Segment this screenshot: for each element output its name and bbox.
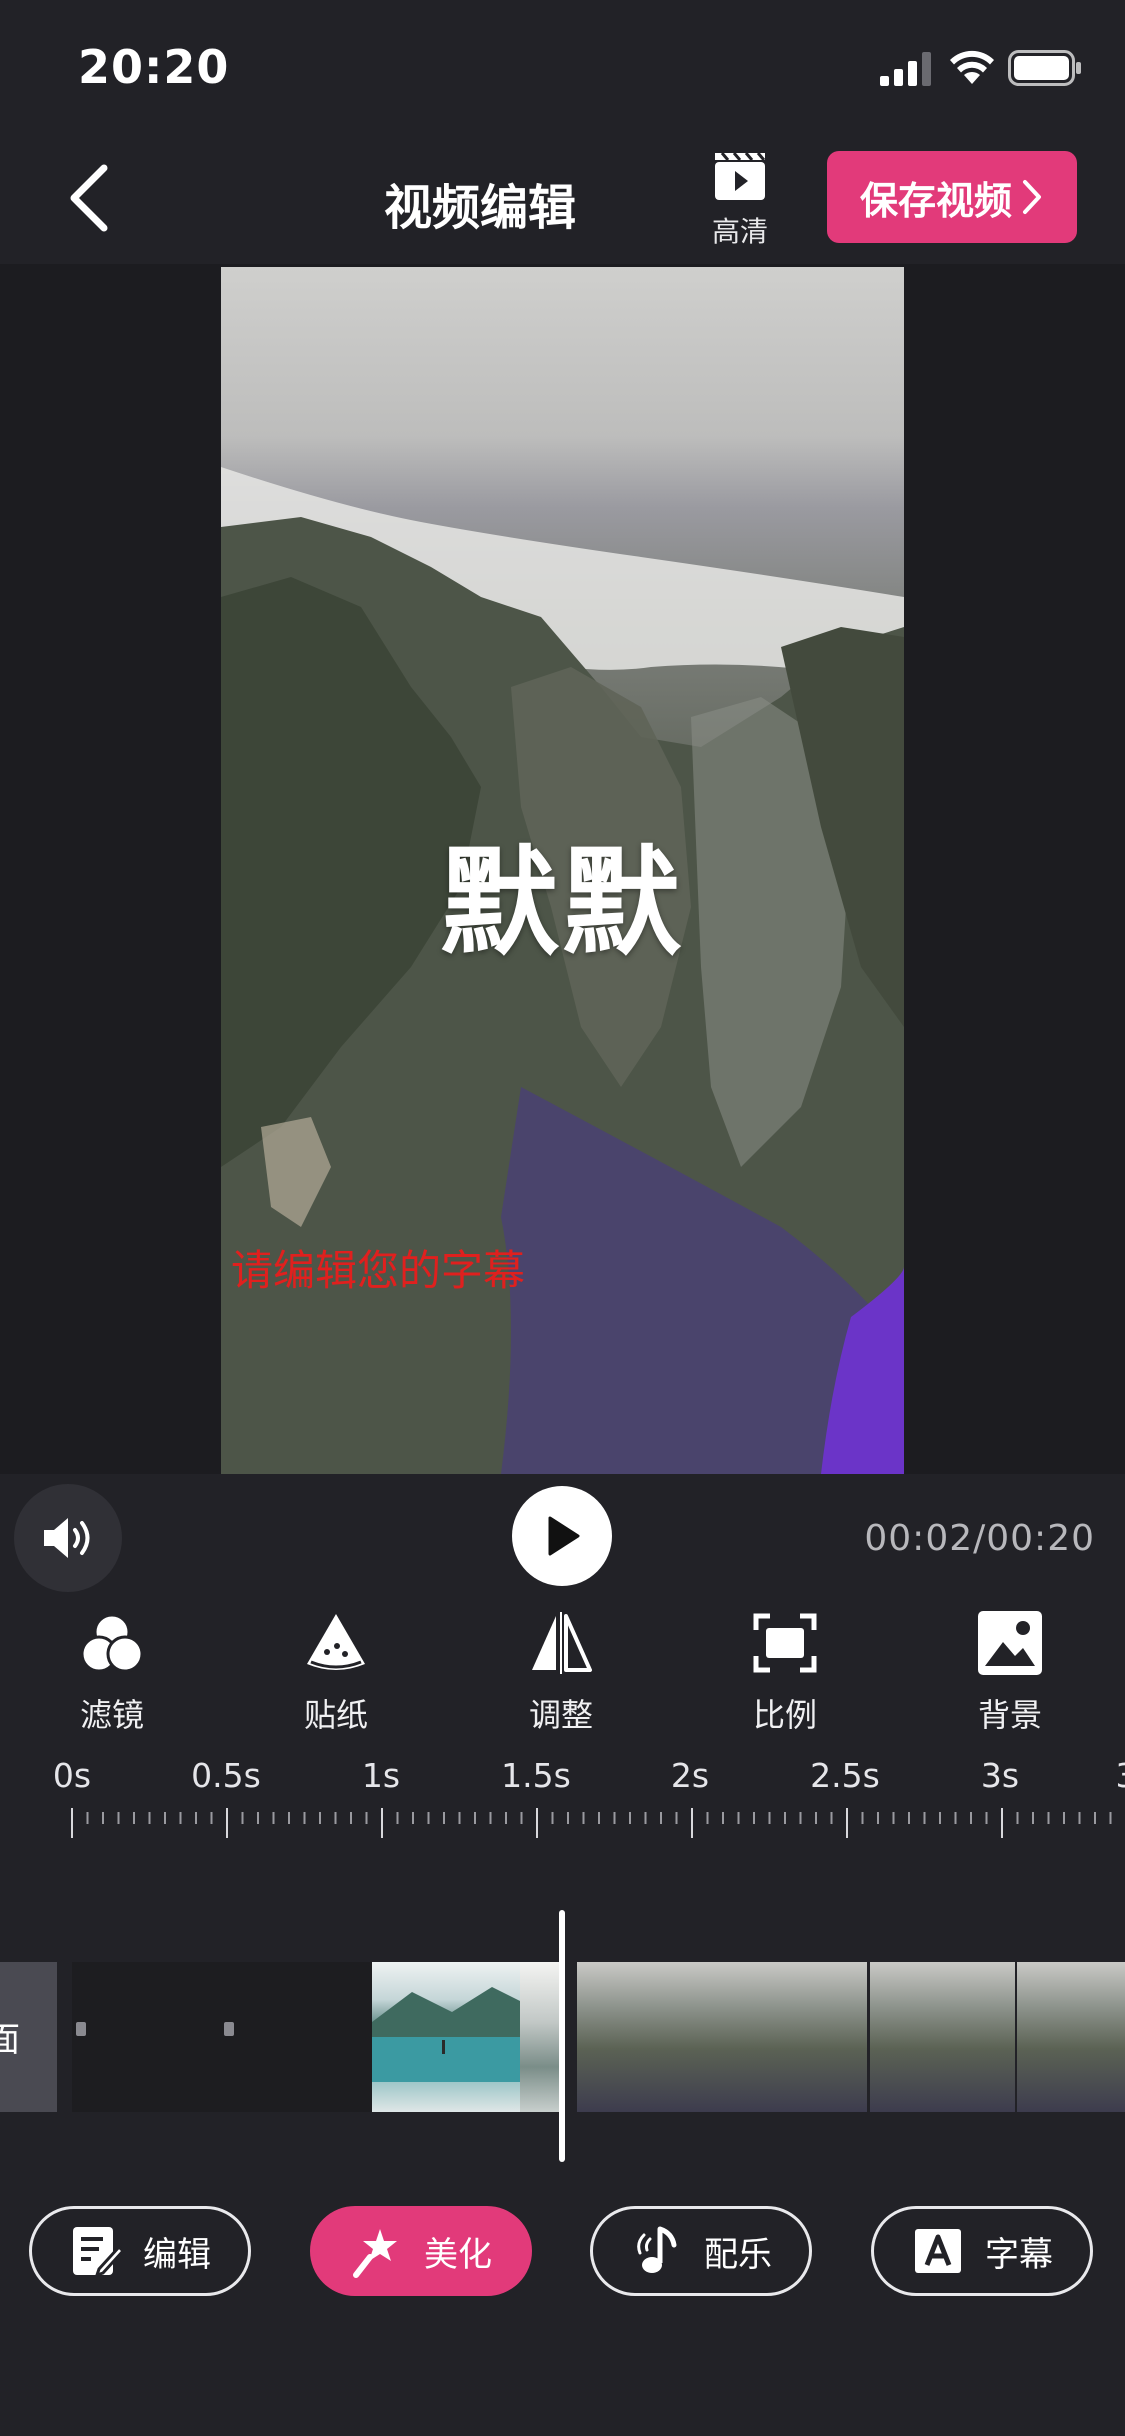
video-preview[interactable]: 默默 请编辑您的字幕 bbox=[221, 267, 904, 1474]
wifi-icon bbox=[950, 50, 994, 84]
tab-beautify[interactable]: 美化 bbox=[310, 2206, 532, 2296]
ruler-tick-label: 3 bbox=[1116, 1756, 1125, 1795]
preview-area: 默默 请编辑您的字幕 bbox=[0, 264, 1125, 1474]
timeline: 面 bbox=[0, 1910, 1125, 2170]
timeline-clip[interactable] bbox=[870, 1962, 1015, 2112]
tool-ratio[interactable]: 比例 bbox=[715, 1600, 855, 1742]
filter-icon bbox=[80, 1613, 144, 1673]
overlay-title[interactable]: 默默 bbox=[221, 807, 904, 978]
time-ruler[interactable]: 0s 0.5s 1s 1.5s 2s 2.5s 3s 3 bbox=[0, 1750, 1125, 1850]
cover-label: 面 bbox=[0, 2020, 20, 2060]
tab-edit[interactable]: 编辑 bbox=[29, 2206, 251, 2296]
ruler-tick-label: 2.5s bbox=[810, 1756, 880, 1795]
timeline-clip[interactable] bbox=[72, 1962, 372, 2112]
tool-label: 比例 bbox=[752, 1696, 817, 1734]
save-video-button[interactable]: 保存视频 bbox=[827, 151, 1077, 243]
chevron-left-icon[interactable] bbox=[60, 160, 120, 236]
timeline-clip[interactable] bbox=[1017, 1962, 1125, 2112]
timeline-clip[interactable] bbox=[577, 1962, 722, 2112]
tool-label: 滤镜 bbox=[79, 1696, 144, 1734]
video-quality-icon bbox=[715, 152, 766, 200]
play-button[interactable] bbox=[512, 1486, 612, 1586]
subtitle-icon bbox=[915, 2229, 961, 2273]
bottom-tabs: 编辑 美化 配乐 字幕 bbox=[0, 2206, 1125, 2300]
page-title: 视频编辑 bbox=[383, 180, 576, 236]
volume-button[interactable] bbox=[14, 1484, 122, 1592]
time-display: 00:02/00:20 bbox=[864, 1518, 1095, 1559]
magic-wand-icon bbox=[353, 2229, 397, 2278]
tab-music[interactable]: 配乐 bbox=[590, 2206, 812, 2296]
timeline-clip[interactable] bbox=[722, 1962, 867, 2112]
tools-row: 滤镜 贴纸 调整 比例 背景 bbox=[0, 1600, 1125, 1742]
overlay-subtitle[interactable]: 请编辑您的字幕 bbox=[231, 1237, 525, 1298]
timeline-clip[interactable] bbox=[520, 1962, 562, 2112]
ruler-tick-label: 1.5s bbox=[501, 1756, 571, 1795]
ruler-tick-label: 2s bbox=[670, 1756, 710, 1795]
tool-adjust[interactable]: 调整 bbox=[491, 1600, 631, 1742]
speaker-icon bbox=[44, 1518, 90, 1558]
ruler-tick-label: 3s bbox=[980, 1756, 1020, 1795]
hd-button[interactable]: 高清 bbox=[700, 150, 780, 248]
hd-label: 高清 bbox=[711, 215, 768, 248]
battery-icon bbox=[1008, 50, 1081, 86]
cover-tab[interactable]: 面 bbox=[0, 1962, 57, 2112]
tool-label: 背景 bbox=[977, 1696, 1042, 1734]
edit-icon bbox=[73, 2227, 125, 2278]
playhead[interactable] bbox=[559, 1910, 565, 2162]
background-icon bbox=[978, 1611, 1042, 1675]
ruler-ticks bbox=[71, 1808, 1112, 1838]
status-time: 20:20 bbox=[78, 40, 230, 94]
tool-label: 贴纸 bbox=[303, 1696, 368, 1734]
chevron-right-icon bbox=[1023, 180, 1041, 214]
tool-filter[interactable]: 滤镜 bbox=[42, 1600, 182, 1742]
tab-subtitle[interactable]: 字幕 bbox=[871, 2206, 1093, 2296]
adjust-icon bbox=[532, 1612, 592, 1674]
tab-label: 美化 bbox=[424, 2234, 492, 2275]
tool-sticker[interactable]: 贴纸 bbox=[266, 1600, 406, 1742]
ruler-tick-label: 0s bbox=[52, 1756, 92, 1795]
tab-label: 编辑 bbox=[143, 2234, 211, 2275]
playback-controls: 00:02/00:20 bbox=[0, 1474, 1125, 1600]
header: 视频编辑 高清 保存视频 bbox=[0, 132, 1125, 264]
ruler-tick-label: 1s bbox=[361, 1756, 401, 1795]
tool-label: 调整 bbox=[528, 1696, 593, 1734]
frame-placeholder bbox=[224, 2022, 234, 2036]
play-icon bbox=[548, 1516, 580, 1556]
tool-background[interactable]: 背景 bbox=[940, 1600, 1080, 1742]
status-bar: 20:20 bbox=[0, 0, 1125, 132]
sticker-icon bbox=[307, 1614, 365, 1670]
tab-label: 字幕 bbox=[985, 2234, 1053, 2275]
frame-placeholder bbox=[76, 2022, 86, 2036]
music-icon bbox=[637, 2226, 677, 2273]
signal-icon bbox=[880, 52, 931, 86]
tab-label: 配乐 bbox=[704, 2234, 772, 2275]
ruler-tick-label: 0.5s bbox=[191, 1756, 261, 1795]
save-video-label: 保存视频 bbox=[859, 178, 1012, 223]
ratio-icon bbox=[753, 1613, 817, 1673]
